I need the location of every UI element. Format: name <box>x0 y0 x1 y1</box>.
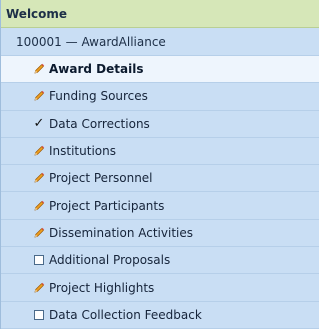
menu-item-dissemination-activities[interactable]: Dissemination Activities <box>1 220 319 248</box>
menu-item-data-collection-feedback[interactable]: Data Collection Feedback <box>1 302 319 329</box>
award-label: 100001 — AwardAlliance <box>16 34 166 49</box>
menu-item-institutions[interactable]: Institutions <box>1 138 319 166</box>
pencil-icon <box>32 281 46 295</box>
pencil-icon <box>32 89 46 103</box>
menu-item-project-highlights[interactable]: Project Highlights <box>1 274 319 302</box>
navigation-panel: Welcome 100001 — AwardAlliance Award Det… <box>0 0 319 329</box>
award-identifier[interactable]: 100001 — AwardAlliance <box>1 28 319 56</box>
welcome-header: Welcome <box>1 0 319 28</box>
pencil-icon <box>32 226 46 240</box>
menu-item-funding-sources[interactable]: Funding Sources <box>1 83 319 111</box>
menu-item-label: Data Corrections <box>49 116 150 131</box>
empty-box-icon <box>32 253 46 267</box>
menu-item-label: Project Participants <box>49 198 165 213</box>
menu-item-label: Additional Proposals <box>49 253 171 268</box>
welcome-title: Welcome <box>6 6 68 21</box>
menu-item-label: Funding Sources <box>49 89 148 104</box>
menu-item-label: Project Highlights <box>49 280 155 295</box>
menu-item-award-details[interactable]: Award Details <box>1 56 319 84</box>
menu-item-project-personnel[interactable]: Project Personnel <box>1 165 319 193</box>
menu-item-label: Data Collection Feedback <box>49 307 202 322</box>
menu-item-additional-proposals[interactable]: Additional Proposals <box>1 247 319 275</box>
menu-item-label: Institutions <box>49 144 116 159</box>
menu-item-project-participants[interactable]: Project Participants <box>1 192 319 220</box>
menu-item-label: Dissemination Activities <box>49 225 193 240</box>
checkmark-icon: ✓ <box>33 116 45 132</box>
pencil-icon <box>32 62 46 76</box>
pencil-icon <box>32 171 46 185</box>
empty-box-icon <box>32 308 46 322</box>
menu-item-label: Project Personnel <box>49 171 153 186</box>
section-menu: Award Details Funding Sources ✓ Data Cor… <box>1 56 319 329</box>
menu-item-label: Award Details <box>49 62 144 77</box>
pencil-icon <box>32 199 46 213</box>
menu-item-data-corrections[interactable]: ✓ Data Corrections <box>1 111 319 138</box>
pencil-icon <box>32 144 46 158</box>
